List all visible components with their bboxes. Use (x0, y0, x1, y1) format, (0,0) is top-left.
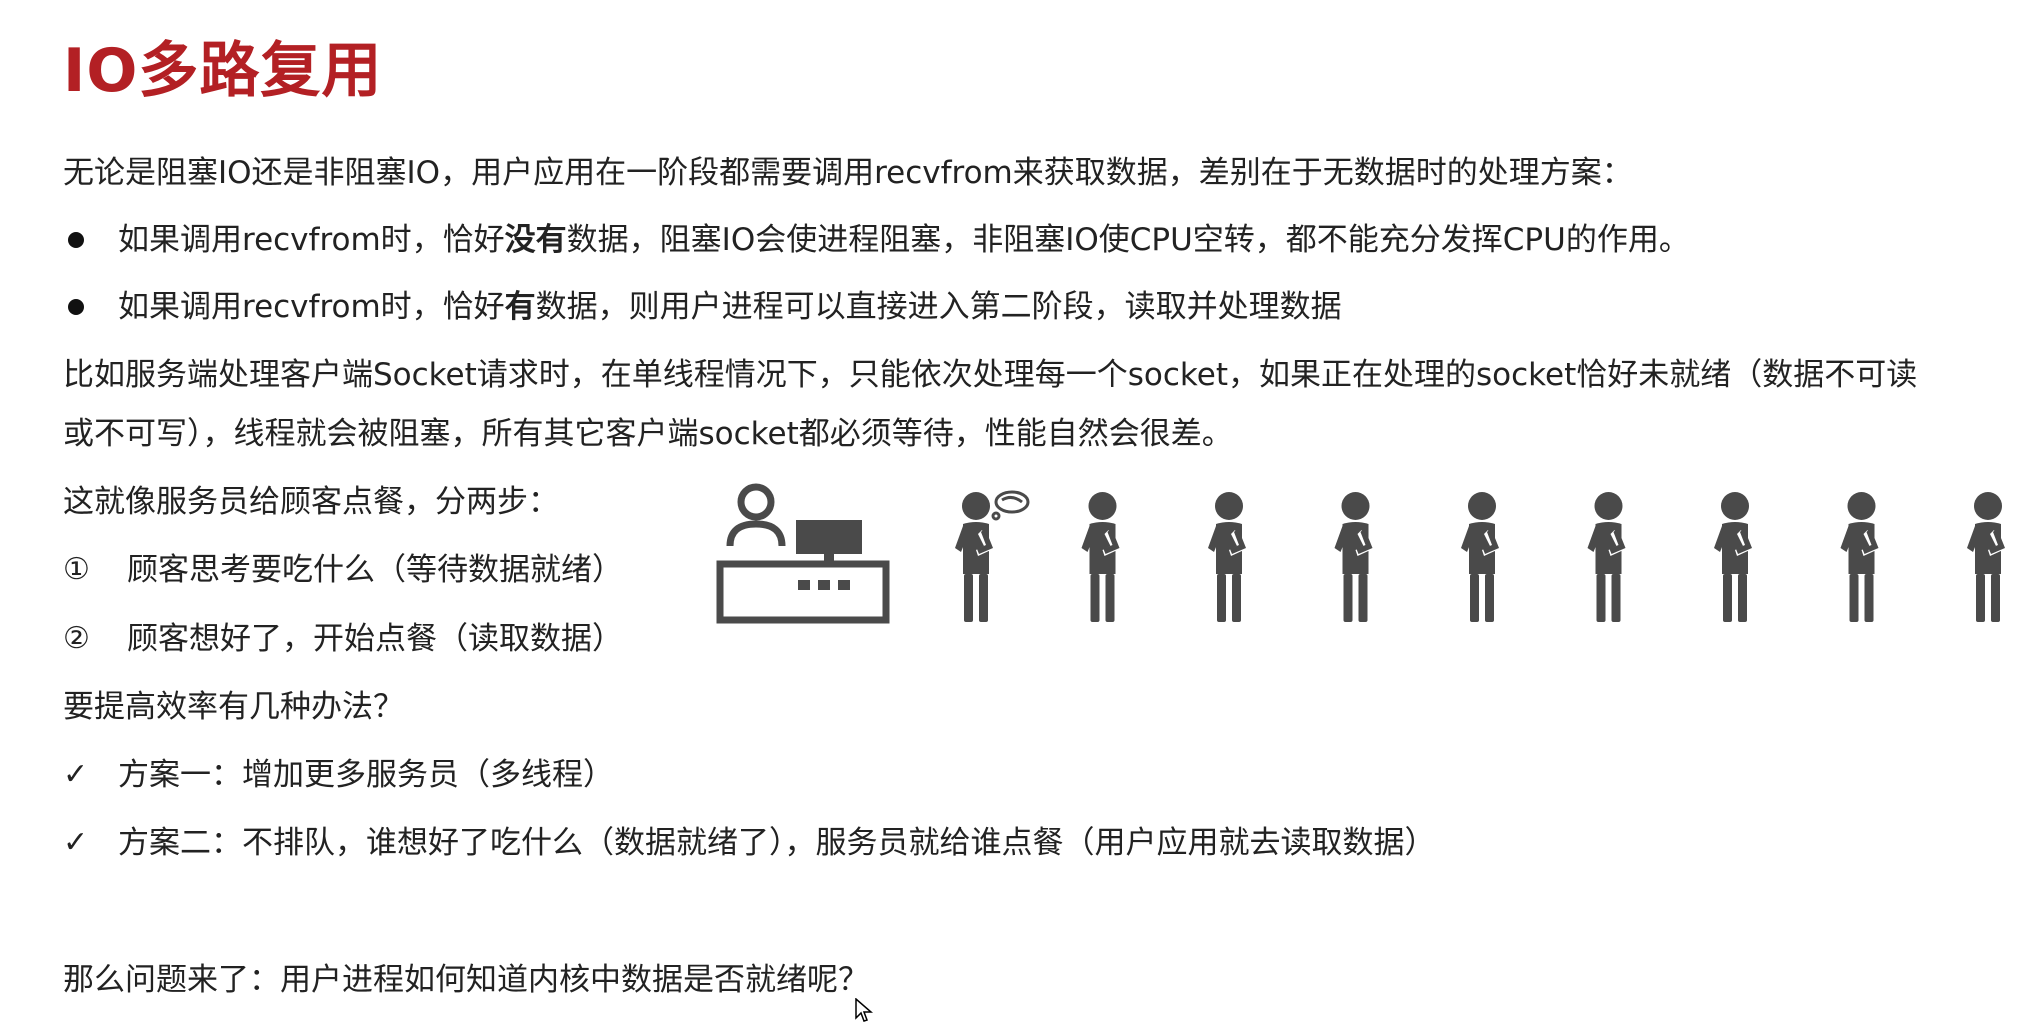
step-text: 顾客思考要吃什么（等待数据就绪） (127, 552, 623, 588)
bullet-text: 数据，阻塞IO会使进程阻塞，非阻塞IO使CPU空转，都不能充分发挥CPU的作用。 (566, 222, 1690, 258)
example-text-line-2: 或不可写），线程就会被阻塞，所有其它客户端socket都必须等待，性能自然会很差… (63, 416, 1233, 452)
customer-icon (1461, 492, 1499, 622)
bullet-text: 如果调用recvfrom时，恰好 (118, 289, 505, 325)
customer-icon (1081, 492, 1120, 622)
customer-icon (1587, 492, 1626, 622)
bullet-icon (68, 299, 84, 315)
bullet-has-data: 如果调用recvfrom时，恰好有数据，则用户进程可以直接进入第二阶段，读取并处… (118, 287, 1342, 327)
analogy-text: 这就像服务员给顾客点餐，分两步： (63, 484, 559, 520)
example-text-line-1: 比如服务端处理客户端Socket请求时，在单线程情况下，只能依次处理每一个soc… (63, 357, 1918, 393)
bullet-text: 如果调用recvfrom时，恰好 (118, 222, 505, 258)
customer-icon (1208, 492, 1246, 622)
slide: IO多路复用 无论是阻塞IO还是非阻塞IO，用户应用在一阶段都需要调用recvf… (0, 0, 2040, 1025)
intro-text: 无论是阻塞IO还是非阻塞IO，用户应用在一阶段都需要调用recvfrom来获取数… (63, 155, 1633, 191)
customer-icon (1967, 492, 2005, 622)
step-text: 顾客想好了，开始点餐（读取数据） (127, 621, 623, 657)
restaurant-illustration (716, 483, 2005, 624)
check-icon: ✓ (63, 825, 89, 860)
bullet-emphasis: 没有 (504, 222, 567, 258)
customer-icon (1840, 492, 1879, 622)
check-icon: ✓ (63, 757, 89, 792)
slide-title: IO多路复用 (63, 36, 383, 106)
register-icon (796, 520, 862, 590)
customer-icon (1714, 492, 1752, 622)
thinking-customer-icon (955, 492, 993, 622)
bullet-text: 数据，则用户进程可以直接进入第二阶段，读取并处理数据 (535, 289, 1342, 325)
step-marker: ② (63, 621, 90, 656)
bullet-no-data: 如果调用recvfrom时，恰好没有数据，阻塞IO会使进程阻塞，非阻塞IO使CP… (118, 220, 1690, 260)
question-text: 要提高效率有几种办法？ (63, 689, 404, 725)
solution-text: 方案二：不排队，谁想好了吃什么（数据就绪了），服务员就给谁点餐（用户应用就去读取… (118, 825, 1436, 861)
step-marker: ① (63, 552, 90, 587)
customer-icon (1334, 492, 1373, 622)
bullet-icon (68, 232, 84, 248)
thought-bubble-icon (991, 490, 1030, 521)
mouse-cursor-icon (855, 998, 873, 1022)
solution-text: 方案一：增加更多服务员（多线程） (118, 757, 614, 793)
conclusion-text: 那么问题来了：用户进程如何知道内核中数据是否就绪呢？ (63, 962, 869, 998)
bullet-emphasis: 有 (504, 289, 536, 325)
